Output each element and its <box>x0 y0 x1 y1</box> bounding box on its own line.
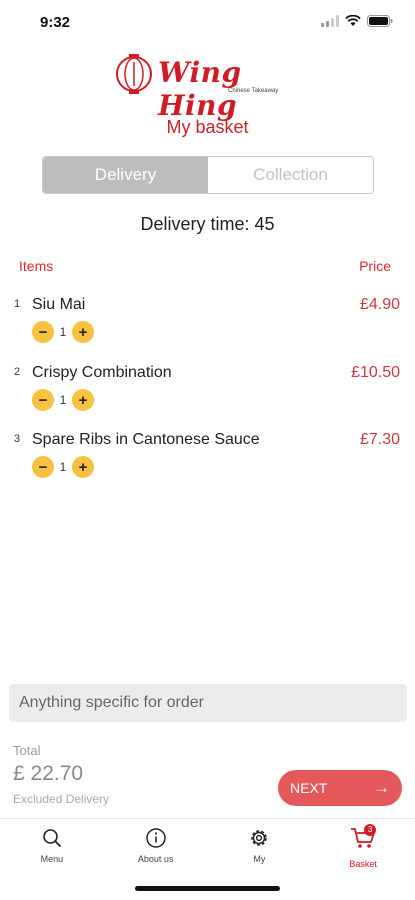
total-label: Total <box>13 743 41 758</box>
info-icon <box>145 828 166 848</box>
tab-label: About us <box>137 854 174 864</box>
total-value: £ 22.70 <box>13 762 84 785</box>
increase-button[interactable]: + <box>72 389 94 411</box>
wifi-icon <box>345 15 361 26</box>
item-name: Crispy Combination <box>32 364 172 381</box>
quantity-stepper: − 1 + <box>32 389 94 411</box>
brand-subtitle: Chinese Takeaway <box>228 88 279 94</box>
item-index: 2 <box>14 366 21 378</box>
gear-icon <box>251 830 268 846</box>
item-index: 3 <box>14 433 21 445</box>
price-header: Price <box>359 258 391 274</box>
list-item: 3 Spare Ribs in Cantonese Sauce £7.30 − … <box>0 431 415 491</box>
tab-bar: Menu About us My 3 Basket <box>0 818 415 871</box>
tab-menu[interactable]: Menu <box>0 819 104 871</box>
item-price: £7.30 <box>359 431 400 448</box>
cart-icon-wrap: 3 <box>350 824 377 854</box>
arrow-right-icon: → <box>373 778 390 797</box>
next-button[interactable]: NEXT → <box>278 770 402 806</box>
item-index: 1 <box>14 298 21 310</box>
delivery-note: Excluded Delivery <box>13 792 110 806</box>
collection-option[interactable]: Collection <box>208 157 373 193</box>
tab-label: Basket <box>349 859 377 869</box>
search-icon <box>43 829 61 847</box>
tab-basket[interactable]: 3 Basket <box>311 819 415 871</box>
status-icons <box>321 15 393 27</box>
tab-my[interactable]: My <box>208 819 312 871</box>
decrease-button[interactable]: − <box>32 389 54 411</box>
item-name: Siu Mai <box>32 296 86 313</box>
tab-label: Menu <box>40 854 64 864</box>
quantity-value: 1 <box>59 460 67 474</box>
quantity-stepper: − 1 + <box>32 321 94 343</box>
battery-icon <box>367 15 393 27</box>
decrease-button[interactable]: − <box>32 321 54 343</box>
quantity-value: 1 <box>59 325 67 339</box>
increase-button[interactable]: + <box>72 456 94 478</box>
brand-logo: Wing Hing Chinese Takeaway <box>110 50 306 122</box>
list-item: 1 Siu Mai £4.90 − 1 + <box>0 296 415 356</box>
home-indicator <box>135 886 280 891</box>
item-price: £4.90 <box>359 296 400 313</box>
item-name: Spare Ribs in Cantonese Sauce <box>32 431 260 448</box>
signal-icon <box>321 15 339 27</box>
order-type-toggle: Delivery Collection <box>42 156 374 194</box>
increase-button[interactable]: + <box>72 321 94 343</box>
status-bar: 9:32 <box>0 0 415 44</box>
page-title: My basket <box>166 117 249 137</box>
item-price: £10.50 <box>351 364 400 381</box>
delivery-time: Delivery time: 45 <box>140 214 275 234</box>
items-header: Items <box>19 258 54 274</box>
quantity-value: 1 <box>59 393 67 407</box>
quantity-stepper: − 1 + <box>32 456 94 478</box>
order-notes-field[interactable]: Anything specific for order <box>9 684 407 722</box>
tab-label: My <box>253 854 266 864</box>
lantern-icon <box>116 54 152 94</box>
next-label: NEXT <box>290 780 328 796</box>
clock: 9:32 <box>40 14 71 31</box>
delivery-option[interactable]: Delivery <box>43 157 208 193</box>
list-item: 2 Crispy Combination £10.50 − 1 + <box>0 364 415 424</box>
decrease-button[interactable]: − <box>32 456 54 478</box>
tab-about-us[interactable]: About us <box>104 819 208 871</box>
